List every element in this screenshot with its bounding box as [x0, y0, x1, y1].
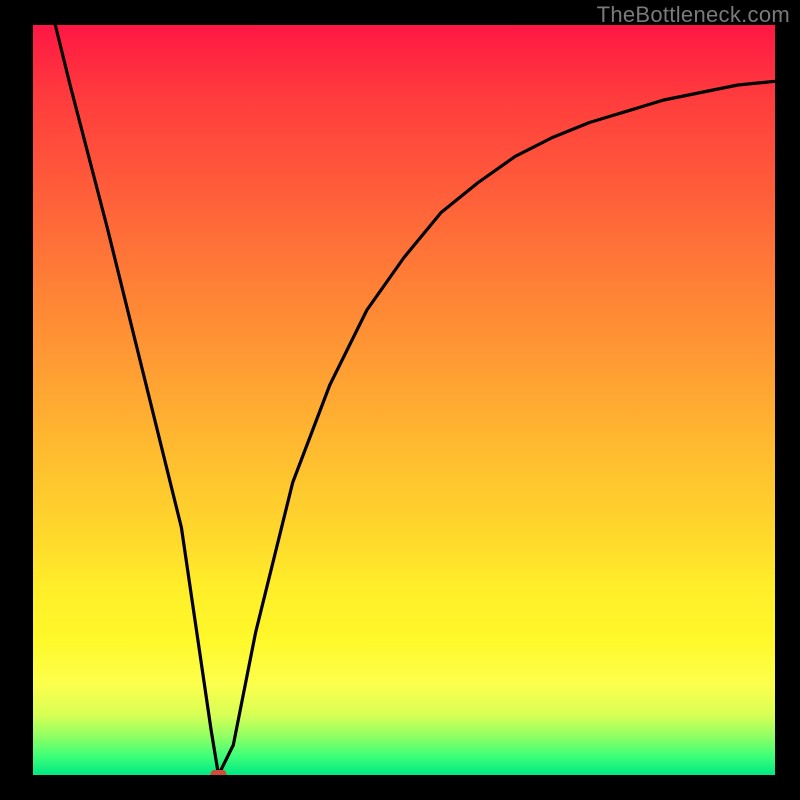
- chart-svg: [33, 25, 775, 775]
- optimum-marker: [211, 770, 227, 775]
- bottleneck-curve: [55, 25, 775, 775]
- chart-stage: TheBottleneck.com: [0, 0, 800, 800]
- plot-area: [33, 25, 775, 775]
